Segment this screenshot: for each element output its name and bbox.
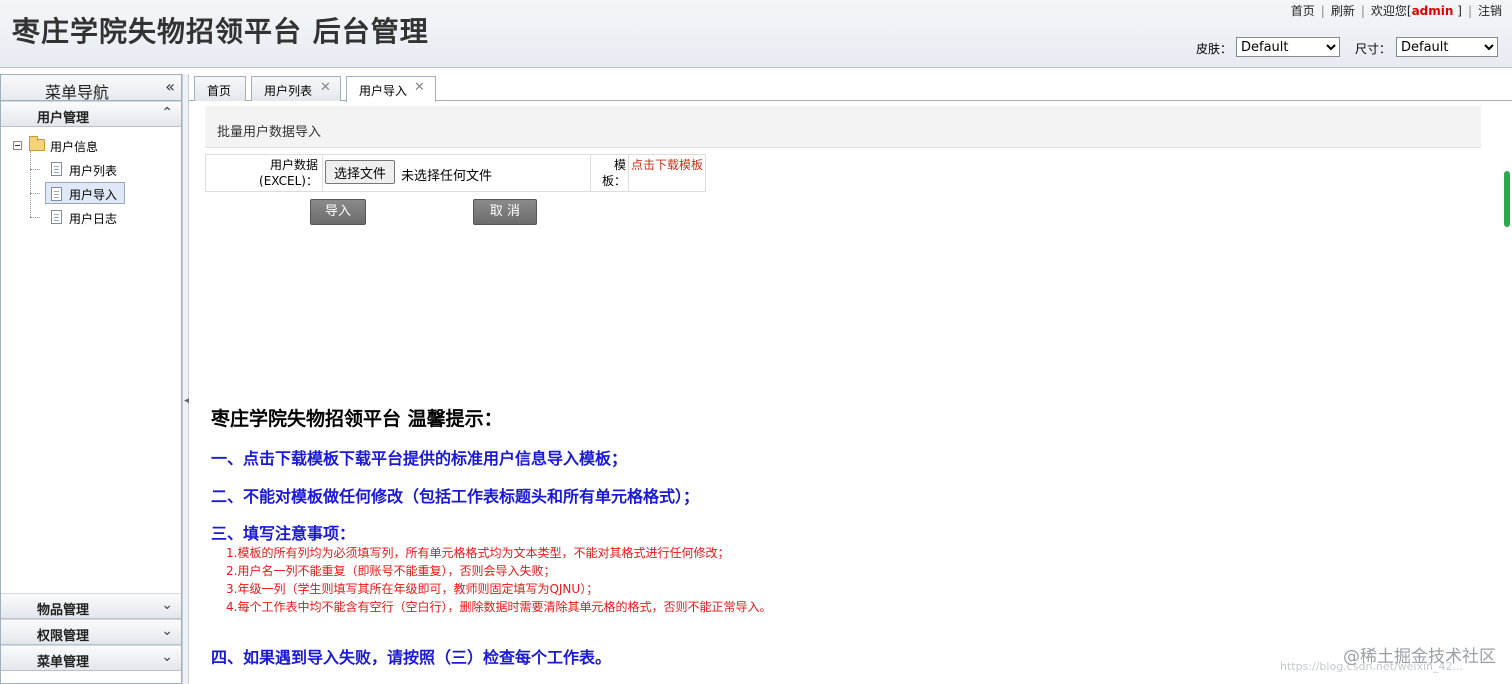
close-icon[interactable]: ✕ xyxy=(414,80,425,95)
content-area: 批量用户数据导入 用户数据 (EXCEL)： 选择文件 未选择任何文件 模 板：… xyxy=(189,102,1512,684)
panel-permission-management[interactable]: 权限管理 ⌄ xyxy=(1,619,181,645)
panel-label: 用户管理 xyxy=(37,111,90,126)
tree-line xyxy=(30,169,40,170)
app-title: 枣庄学院失物招领平台 后台管理 xyxy=(12,15,429,48)
folder-icon xyxy=(29,136,45,151)
tip-sub-3: 3.年级一列（学生则填写其所在年级即可，教师则固定填写为QJNU）； xyxy=(226,582,599,596)
welcome-suffix: ] xyxy=(1457,4,1462,18)
tab-home[interactable]: 首页 xyxy=(194,76,246,101)
scroll-thumb[interactable] xyxy=(1504,171,1510,227)
label-line: 模 xyxy=(613,158,626,172)
admin-name: admin xyxy=(1411,4,1454,18)
tip-point-1: 一、点击下载模板下载平台提供的标准用户信息导入模板； xyxy=(211,449,628,468)
panel-item-management[interactable]: 物品管理 ⌄ xyxy=(1,593,181,619)
nav-title: 菜单导航 xyxy=(45,83,110,102)
nav-header: 菜单导航 « xyxy=(1,75,181,102)
tab-user-import[interactable]: 用户导入 ✕ xyxy=(346,76,436,102)
tab-label: 首页 xyxy=(207,84,232,98)
tab-bar: 首页 用户列表 ✕ 用户导入 ✕ xyxy=(189,74,1512,102)
tip-point-3: 三、填写注意事项： xyxy=(211,524,356,543)
panel-label: 菜单管理 xyxy=(37,655,90,670)
tree-item-user-list[interactable]: 用户列表 xyxy=(45,158,125,180)
choose-file-button[interactable]: 选择文件 xyxy=(325,160,396,184)
file-input[interactable]: 选择文件 未选择任何文件 xyxy=(323,155,591,191)
tab-label: 用户导入 xyxy=(359,84,408,98)
splitter[interactable]: ◀ xyxy=(182,74,191,684)
tree-item-label: 用户导入 xyxy=(69,188,118,202)
label-line: 板： xyxy=(601,174,626,188)
tip-point-4: 四、如果遇到导入失败，请按照（三）检查每个工作表。 xyxy=(211,648,612,667)
section-title: 批量用户数据导入 xyxy=(217,125,322,140)
panel-label: 权限管理 xyxy=(37,629,90,644)
tip-sub-4: 4.每个工作表中均不能含有空行（空白行），删除数据时需要清除其单元格的格式，否则… xyxy=(226,600,772,614)
panel-user-management[interactable]: 用户管理 ⌃ xyxy=(1,101,181,127)
size-select[interactable]: Default xyxy=(1396,37,1498,57)
tree-line xyxy=(30,151,31,217)
skin-label: 皮肤： xyxy=(1196,42,1233,56)
separator: | xyxy=(1467,4,1472,18)
chevron-down-icon[interactable]: ⌄ xyxy=(161,623,173,639)
tree-folder-label: 用户信息 xyxy=(50,140,99,154)
tree-item-user-import[interactable]: 用户导入 xyxy=(45,182,125,204)
logout-link[interactable]: 注销 xyxy=(1478,4,1502,18)
tree-line xyxy=(30,193,40,194)
panel-menu-management[interactable]: 菜单管理 ⌄ xyxy=(1,645,181,671)
tree: 用户信息 用户列表 用户导入 用户日志 xyxy=(1,127,181,593)
tree-item-label: 用户列表 xyxy=(69,164,118,178)
file-status: 未选择任何文件 xyxy=(401,169,493,184)
tips-title: 枣庄学院失物招领平台 温馨提示： xyxy=(211,408,503,430)
sidebar: 菜单导航 « 用户管理 ⌃ 用户信息 用户列表 用户导入 用户日志 物品管理 ⌄ xyxy=(0,74,182,684)
top-links: 首页 | 刷新 | 欢迎您[admin ] | 注销 xyxy=(1291,2,1502,19)
size-label: 尺寸： xyxy=(1355,42,1392,56)
tab-user-list[interactable]: 用户列表 ✕ xyxy=(251,76,341,101)
cancel-button[interactable]: 取 消 xyxy=(473,199,537,225)
vertical-scrollbar[interactable] xyxy=(1500,102,1512,684)
tip-sub-2: 2.用户名一列不能重复（即账号不能重复），否则会导入失败； xyxy=(226,564,556,578)
header: 枣庄学院失物招领平台 后台管理 首页 | 刷新 | 欢迎您[admin ] | 注销 皮肤：… xyxy=(0,0,1512,68)
tab-label: 用户列表 xyxy=(264,84,313,98)
file-icon xyxy=(51,210,62,224)
tree-item-user-log[interactable]: 用户日志 xyxy=(45,206,125,228)
home-link[interactable]: 首页 xyxy=(1291,4,1315,18)
skin-select[interactable]: Default xyxy=(1236,37,1340,57)
chevron-up-icon[interactable]: ⌃ xyxy=(161,105,173,121)
panel-label: 物品管理 xyxy=(37,603,90,618)
label-line: 用户数据 xyxy=(269,158,318,172)
chevron-down-icon[interactable]: ⌄ xyxy=(161,649,173,665)
tip-sub-1: 1.模板的所有列均为必须填写列，所有单元格格式均为文本类型，不能对其格式进行任何… xyxy=(226,546,730,560)
file-icon xyxy=(51,162,62,176)
import-button[interactable]: 导入 xyxy=(310,199,366,225)
welcome-prefix: 欢迎您[ xyxy=(1370,4,1412,18)
label-line: (EXCEL)： xyxy=(259,174,318,188)
tree-item-label: 用户日志 xyxy=(69,212,118,226)
close-icon[interactable]: ✕ xyxy=(320,80,331,95)
template-label: 模 板： xyxy=(591,155,629,191)
separator: | xyxy=(1360,4,1365,18)
user-data-label: 用户数据 (EXCEL)： xyxy=(206,155,323,191)
refresh-link[interactable]: 刷新 xyxy=(1331,4,1355,18)
download-template-link[interactable]: 点击下载模板 xyxy=(631,157,705,173)
import-form: 用户数据 (EXCEL)： 选择文件 未选择任何文件 模 板： 点击下载模板 xyxy=(205,154,706,192)
tip-point-2: 二、不能对模板做任何修改（包括工作表标题头和所有单元格格式）； xyxy=(211,487,700,506)
watermark: @稀土掘金技术社区 xyxy=(1343,647,1496,667)
section-header: 批量用户数据导入 xyxy=(205,106,1481,148)
tree-line xyxy=(30,217,40,218)
tree-folder-user-info[interactable]: 用户信息 xyxy=(25,134,125,156)
chevron-down-icon[interactable]: ⌄ xyxy=(161,597,173,613)
collapse-icon[interactable]: « xyxy=(165,77,175,96)
separator: | xyxy=(1320,4,1325,18)
file-icon xyxy=(51,187,62,201)
collapse-minus-icon[interactable] xyxy=(13,141,22,150)
